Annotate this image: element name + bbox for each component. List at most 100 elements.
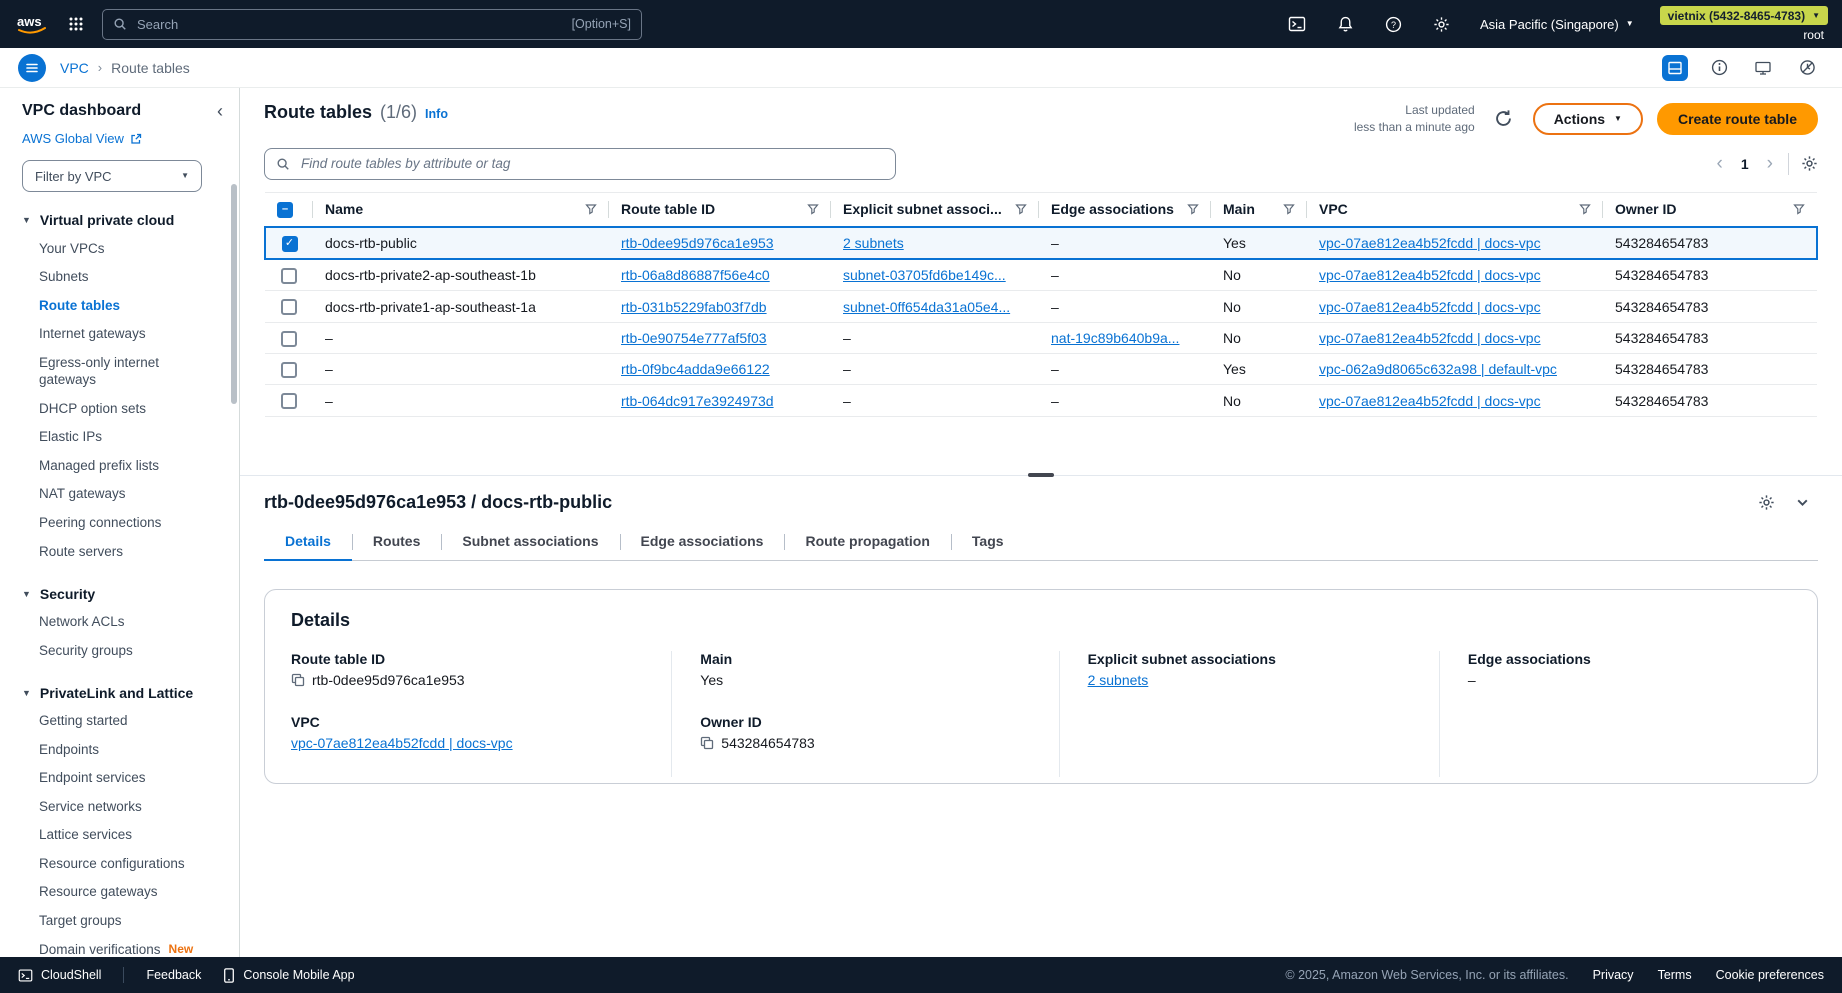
sidebar-item-dhcp-option-sets[interactable]: DHCP option sets [22,394,218,423]
footer-link-terms[interactable]: Terms [1658,968,1692,982]
global-search-input[interactable] [135,16,564,33]
explicit-subnet-link[interactable]: 2 subnets [843,235,904,251]
footer-link-cookie-preferences[interactable]: Cookie preferences [1716,968,1824,982]
column-header-route-table-id[interactable]: Route table ID [609,192,831,227]
settings-icon[interactable] [1424,7,1458,41]
sidebar-item-security-groups[interactable]: Security groups [22,636,218,665]
info-link[interactable]: Info [425,107,448,121]
sidebar-section-security[interactable]: ▼Security [22,586,239,602]
sidebar-scrollbar[interactable] [231,184,237,404]
row-checkbox[interactable]: ✓ [282,236,298,252]
sidebar-item-target-groups[interactable]: Target groups [22,906,218,935]
column-header-owner-id[interactable]: Owner ID [1603,192,1817,227]
sidebar-section-privatelink-and-lattice[interactable]: ▼PrivateLink and Lattice [22,685,239,701]
info-icon[interactable] [1706,55,1732,81]
aws-logo[interactable]: aws [14,11,50,37]
footer-link-privacy[interactable]: Privacy [1593,968,1634,982]
field-value-link[interactable]: 2 subnets [1088,672,1149,688]
sidebar-item-egress-only-internet-gateways[interactable]: Egress-only internet gateways [22,348,218,394]
collapse-sidebar-icon[interactable]: ‹ [217,102,223,120]
route-table-id-link[interactable]: rtb-06a8d86887f56e4c0 [621,267,770,283]
sidebar-item-getting-started[interactable]: Getting started [22,707,218,736]
explicit-subnet-link[interactable]: subnet-03705fd6be149c... [843,267,1006,283]
filter-icon[interactable] [1579,203,1591,215]
sidebar-item-route-servers[interactable]: Route servers [22,537,218,566]
filter-icon[interactable] [1283,203,1295,215]
account-menu[interactable]: vietnix (5432-8465-4783) ▼ [1660,6,1828,25]
find-route-tables-input[interactable] [264,148,896,180]
sidebar-item-network-acls[interactable]: Network ACLs [22,608,218,637]
field-value-link[interactable]: vpc-07ae812ea4b52fcdd | docs-vpc [291,735,513,751]
split-view-icon[interactable] [1662,55,1688,81]
sidebar-item-lattice-services[interactable]: Lattice services [22,821,218,850]
vpc-link[interactable]: vpc-07ae812ea4b52fcdd | docs-vpc [1319,267,1541,283]
vpc-link[interactable]: vpc-07ae812ea4b52fcdd | docs-vpc [1319,235,1541,251]
split-panel-resize-handle[interactable] [1028,473,1054,477]
sidebar-item-endpoints[interactable]: Endpoints [22,735,218,764]
column-header-explicit-subnet-associ[interactable]: Explicit subnet associ... [831,192,1039,227]
row-checkbox[interactable] [281,331,297,347]
tab-subnet-associations[interactable]: Subnet associations [441,525,619,560]
tab-route-propagation[interactable]: Route propagation [784,525,950,560]
vpc-link[interactable]: vpc-07ae812ea4b52fcdd | docs-vpc [1319,393,1541,409]
column-header-main[interactable]: Main [1211,192,1307,227]
vpc-link[interactable]: vpc-07ae812ea4b52fcdd | docs-vpc [1319,299,1541,315]
sidebar-item-your-vpcs[interactable]: Your VPCs [22,234,218,263]
feedback-button[interactable]: Feedback [146,968,201,982]
sidebar-item-endpoint-services[interactable]: Endpoint services [22,764,218,793]
select-all-checkbox[interactable]: – [277,202,293,218]
column-header-edge-associations[interactable]: Edge associations [1039,192,1211,227]
copy-icon[interactable] [291,673,305,687]
row-checkbox[interactable] [281,393,297,409]
region-selector[interactable]: Asia Pacific (Singapore) ▼ [1480,17,1634,32]
vpc-link[interactable]: vpc-062a9d8065c632a98 | default-vpc [1319,361,1557,377]
collapse-panel-chevron-icon[interactable] [1795,495,1810,510]
cloudshell-icon[interactable] [1280,7,1314,41]
row-checkbox[interactable] [281,268,297,284]
filter-icon[interactable] [807,203,819,215]
filter-by-vpc-select[interactable]: Filter by VPC ▼ [22,160,202,192]
console-mobile-app-button[interactable]: Console Mobile App [223,968,354,983]
tab-tags[interactable]: Tags [951,525,1025,560]
route-table-id-link[interactable]: rtb-0f9bc4adda9e66122 [621,361,770,377]
filter-icon[interactable] [1793,203,1805,215]
route-table-id-link[interactable]: rtb-0dee95d976ca1e953 [621,235,774,251]
sidebar-item-service-networks[interactable]: Service networks [22,792,218,821]
breadcrumb-vpc[interactable]: VPC [60,60,89,76]
notifications-icon[interactable] [1328,7,1362,41]
copy-icon[interactable] [700,736,714,750]
row-checkbox[interactable] [281,362,297,378]
sidebar-item-resource-configurations[interactable]: Resource configurations [22,849,218,878]
next-page-icon[interactable]: › [1764,154,1776,173]
apps-grid-icon[interactable] [64,12,88,36]
menu-icon[interactable] [18,54,46,82]
page-number[interactable]: 1 [1738,156,1752,172]
edge-association-link[interactable]: nat-19c89b640b9a... [1051,330,1179,346]
filter-icon[interactable] [585,203,597,215]
help-icon[interactable]: ? [1376,7,1410,41]
sidebar-item-resource-gateways[interactable]: Resource gateways [22,878,218,907]
previous-page-icon[interactable]: ‹ [1714,154,1726,173]
sidebar-item-peering-connections[interactable]: Peering connections [22,508,218,537]
sidebar-item-domain-verifications[interactable]: Domain verificationsNew [22,935,218,957]
row-checkbox[interactable] [281,299,297,315]
sidebar-section-virtual-private-cloud[interactable]: ▼Virtual private cloud [22,212,239,228]
find-route-tables-text-input[interactable] [299,155,884,172]
actions-button[interactable]: Actions ▼ [1533,103,1643,135]
refresh-icon[interactable] [1489,104,1519,134]
global-search[interactable]: [Option+S] [102,9,642,40]
column-header-vpc[interactable]: VPC [1307,192,1603,227]
create-route-table-button[interactable]: Create route table [1657,103,1818,135]
panel-preferences-gear-icon[interactable] [1758,494,1775,511]
tab-details[interactable]: Details [264,525,352,561]
tab-routes[interactable]: Routes [352,525,441,560]
sidebar-item-nat-gateways[interactable]: NAT gateways [22,480,218,509]
sidebar-item-internet-gateways[interactable]: Internet gateways [22,320,218,349]
aws-global-view-link[interactable]: AWS Global View [22,131,142,146]
keyboard-shortcuts-icon[interactable] [1750,55,1776,81]
sidebar-item-elastic-ips[interactable]: Elastic IPs [22,423,218,452]
vpc-link[interactable]: vpc-07ae812ea4b52fcdd | docs-vpc [1319,330,1541,346]
filter-icon[interactable] [1015,203,1027,215]
route-table-id-link[interactable]: rtb-031b5229fab03f7db [621,299,767,315]
route-table-id-link[interactable]: rtb-0e90754e777af5f03 [621,330,767,346]
